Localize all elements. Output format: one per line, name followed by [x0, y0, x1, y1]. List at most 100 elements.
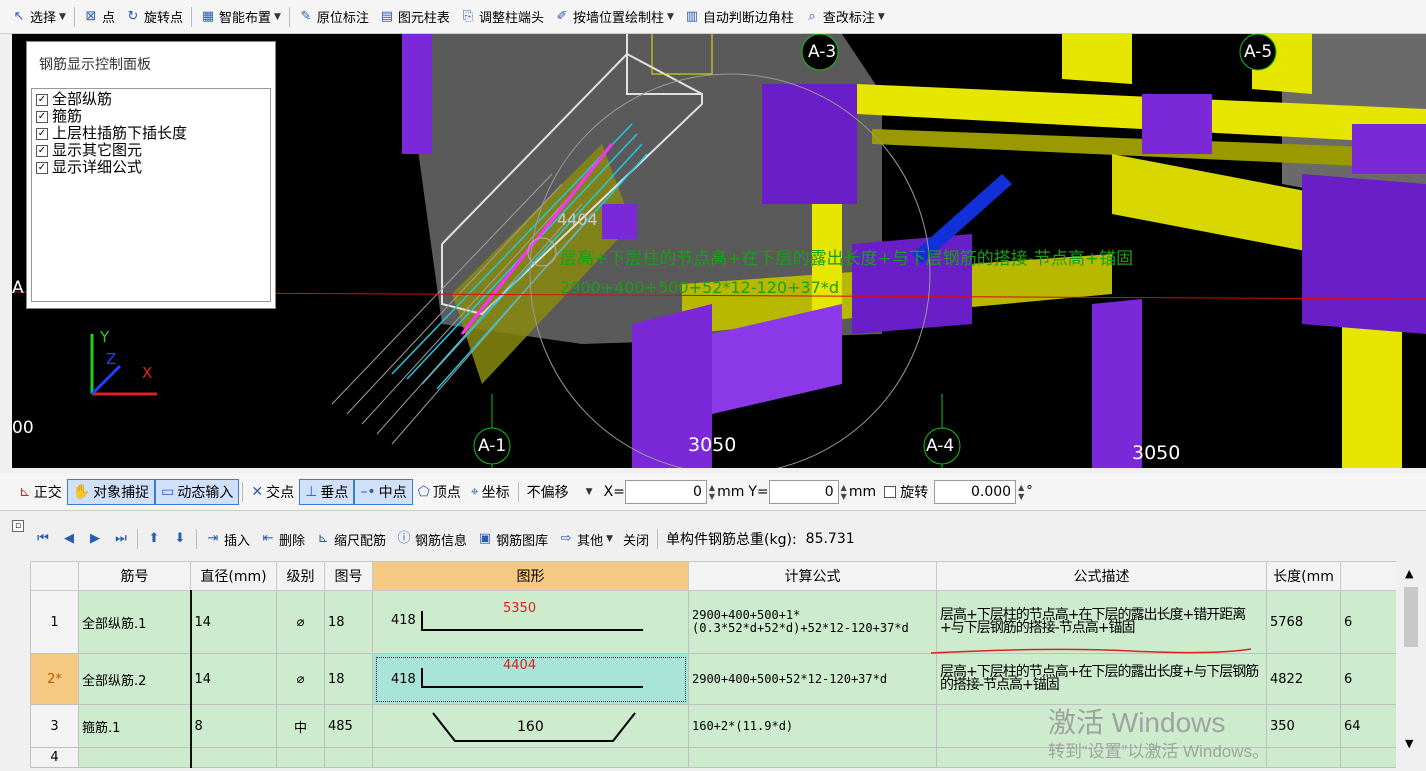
cell-shape[interactable]: 418 5350 [372, 590, 689, 654]
cell-diameter[interactable]: 14 [190, 590, 277, 654]
select-button[interactable]: ↖ 选择 ▼ [6, 5, 71, 29]
checkbox-stirrup[interactable]: ✓ 箍筋 [32, 108, 270, 125]
panel-restore-icon[interactable]: ▫ [12, 520, 24, 532]
intersection-button[interactable]: ✕ 交点 [246, 479, 299, 505]
close-button[interactable]: 关闭 [618, 527, 654, 551]
cell-length[interactable]: 5768 [1266, 590, 1341, 654]
scrollbar-thumb[interactable] [1404, 587, 1418, 647]
header-figure-no[interactable]: 图号 [324, 561, 373, 591]
cell-figure-no[interactable] [324, 747, 373, 768]
rebar-library-button[interactable]: ▣ 钢筋图库 [472, 527, 553, 551]
cell-formula-desc[interactable]: 层高+下层柱的节点高+在下层的露出长度+错开距离+与下层钢筋的搭接-节点高+锚固 [931, 590, 1267, 654]
scale-rebar-button[interactable]: ⊾ 缩尺配筋 [310, 527, 391, 551]
cell-bar-no[interactable] [78, 747, 192, 768]
checkbox-icon[interactable]: ✓ [36, 161, 48, 174]
offset-select[interactable]: 不偏移 ▼ [522, 479, 598, 505]
coordinate-button[interactable]: ⌖ 坐标 [466, 479, 515, 505]
column-table-button[interactable]: ▤ 图元柱表 [374, 5, 455, 29]
move-down-button[interactable]: ⬇ [167, 527, 193, 551]
cell-bar-no[interactable]: 全部纵筋.2 [78, 653, 192, 705]
checkbox-show-detailed-formula[interactable]: ✓ 显示详细公式 [32, 159, 270, 176]
header-shape[interactable]: 图形 [372, 561, 689, 591]
cell-grade[interactable]: 中 [276, 704, 325, 748]
table-vertical-scrollbar[interactable]: ▲ ▼ [1396, 561, 1426, 771]
ortho-button[interactable]: ⊾ 正交 [14, 479, 67, 505]
checkbox-icon[interactable]: ✓ [36, 110, 48, 123]
row-index[interactable]: 3 [30, 704, 79, 748]
checkbox-icon[interactable]: ✓ [36, 144, 48, 157]
header-count[interactable] [1340, 561, 1396, 591]
check-annotate-button[interactable]: ⌕ 查改标注 ▼ [799, 5, 890, 29]
rotate-point-button[interactable]: ↻ 旋转点 [120, 5, 188, 29]
first-record-button[interactable]: ⏮ [30, 527, 56, 551]
point-button[interactable]: ⊠ 点 [78, 5, 120, 29]
rebar-info-button[interactable]: ⓘ 钢筋信息 [391, 527, 472, 551]
x-spinner-icon[interactable]: ▲ ▼ [709, 483, 715, 501]
row-index[interactable]: 2* [30, 653, 79, 705]
cell-grade[interactable] [276, 747, 325, 768]
prev-record-button[interactable]: ◀ [56, 527, 82, 551]
checkbox-icon[interactable]: ✓ [36, 127, 48, 140]
rotate-input[interactable]: 0.000 [934, 479, 1017, 504]
cell-diameter[interactable]: 14 [190, 653, 277, 705]
y-spinner-icon[interactable]: ▲ ▼ [841, 483, 847, 501]
cell-bar-no[interactable]: 箍筋.1 [78, 704, 192, 748]
cell-figure-no[interactable]: 485 [324, 704, 373, 748]
cell-diameter[interactable]: 8 [190, 704, 277, 748]
cell-shape[interactable]: 160 [372, 704, 689, 748]
header-diameter[interactable]: 直径(mm) [190, 561, 277, 591]
auto-corner-column-button[interactable]: ▥ 自动判断边角柱 [679, 5, 799, 29]
move-up-button[interactable]: ⬆ [141, 527, 167, 551]
cell-shape[interactable] [372, 747, 689, 768]
dynamic-input-button[interactable]: ▭ 动态输入 [155, 478, 240, 505]
row-index[interactable]: 1 [30, 590, 79, 654]
cell-count[interactable]: 6 [1340, 590, 1396, 654]
cell-length[interactable]: 4822 [1266, 653, 1341, 705]
cell-length[interactable] [1266, 747, 1341, 768]
x-input[interactable]: 0 [624, 479, 707, 504]
cell-diameter[interactable] [190, 747, 277, 768]
row-index[interactable]: 4 [30, 747, 79, 768]
table-row[interactable]: 1 全部纵筋.1 14 ⌀ 18 418 5350 2900+400+500+1… [30, 590, 1396, 654]
checkbox-show-other-elements[interactable]: ✓ 显示其它图元 [32, 142, 270, 159]
header-formula-desc[interactable]: 公式描述 [936, 561, 1267, 591]
cell-formula-desc[interactable]: 层高+下层柱的节点高+在下层的露出长度+与下层钢筋的搭接-节点高+锚固 [936, 653, 1267, 705]
cell-grade[interactable]: ⌀ [276, 590, 325, 654]
cell-bar-no[interactable]: 全部纵筋.1 [78, 590, 192, 654]
header-grade[interactable]: 级别 [276, 561, 325, 591]
cell-figure-no[interactable]: 18 [324, 590, 373, 654]
cell-count[interactable] [1340, 747, 1396, 768]
checkbox-icon[interactable]: ✓ [36, 93, 48, 106]
rotate-checkbox[interactable] [884, 485, 897, 498]
cell-formula[interactable] [688, 747, 937, 768]
cell-formula[interactable]: 160+2*(11.9*d) [688, 704, 937, 748]
perpendicular-button[interactable]: ⊥ 垂点 [299, 478, 355, 505]
table-row[interactable]: 2* 全部纵筋.2 14 ⌀ 18 418 4404 2900+400+500+… [30, 653, 1396, 705]
adjust-column-end-button[interactable]: ⎘ 调整柱端头 [455, 5, 549, 29]
scroll-down-icon[interactable]: ▼ [1405, 737, 1413, 750]
midpoint-button[interactable]: –• 中点 [354, 478, 413, 505]
other-button[interactable]: ⇨ 其他 ▼ [553, 527, 618, 551]
cell-formula[interactable]: 2900+400+500+1*(0.3*52*d+52*d)+52*12-120… [688, 590, 937, 654]
cell-formula[interactable]: 2900+400+500+52*12-120+37*d [688, 653, 937, 705]
header-bar-no[interactable]: 筋号 [78, 561, 191, 591]
y-input[interactable]: 0 [768, 479, 839, 504]
delete-button[interactable]: ⇤ 删除 [255, 527, 310, 551]
object-snap-button[interactable]: ✋ 对象捕捉 [66, 478, 156, 505]
draw-column-by-wall-button[interactable]: ✐ 按墙位置绘制柱 ▼ [549, 5, 679, 29]
smart-layout-button[interactable]: ▦ 智能布置 ▼ [195, 5, 286, 29]
cell-length[interactable]: 350 [1266, 704, 1341, 748]
scroll-up-icon[interactable]: ▲ [1405, 567, 1413, 580]
cell-figure-no[interactable]: 18 [324, 653, 373, 705]
rotate-spinner-icon[interactable]: ▲ ▼ [1018, 483, 1024, 501]
insert-button[interactable]: ⇥ 插入 [200, 527, 255, 551]
cell-shape[interactable]: 418 4404 [372, 653, 689, 705]
next-record-button[interactable]: ▶ [82, 527, 108, 551]
vertex-button[interactable]: ⬠ 顶点 [413, 479, 466, 505]
checkbox-upper-insert-length[interactable]: ✓ 上层柱插筋下插长度 [32, 125, 270, 142]
header-length[interactable]: 长度(mm [1266, 561, 1341, 591]
cell-count[interactable]: 6 [1340, 653, 1396, 705]
last-record-button[interactable]: ⏭ [108, 527, 134, 551]
header-formula[interactable]: 计算公式 [688, 561, 937, 591]
cell-grade[interactable]: ⌀ [276, 653, 325, 705]
